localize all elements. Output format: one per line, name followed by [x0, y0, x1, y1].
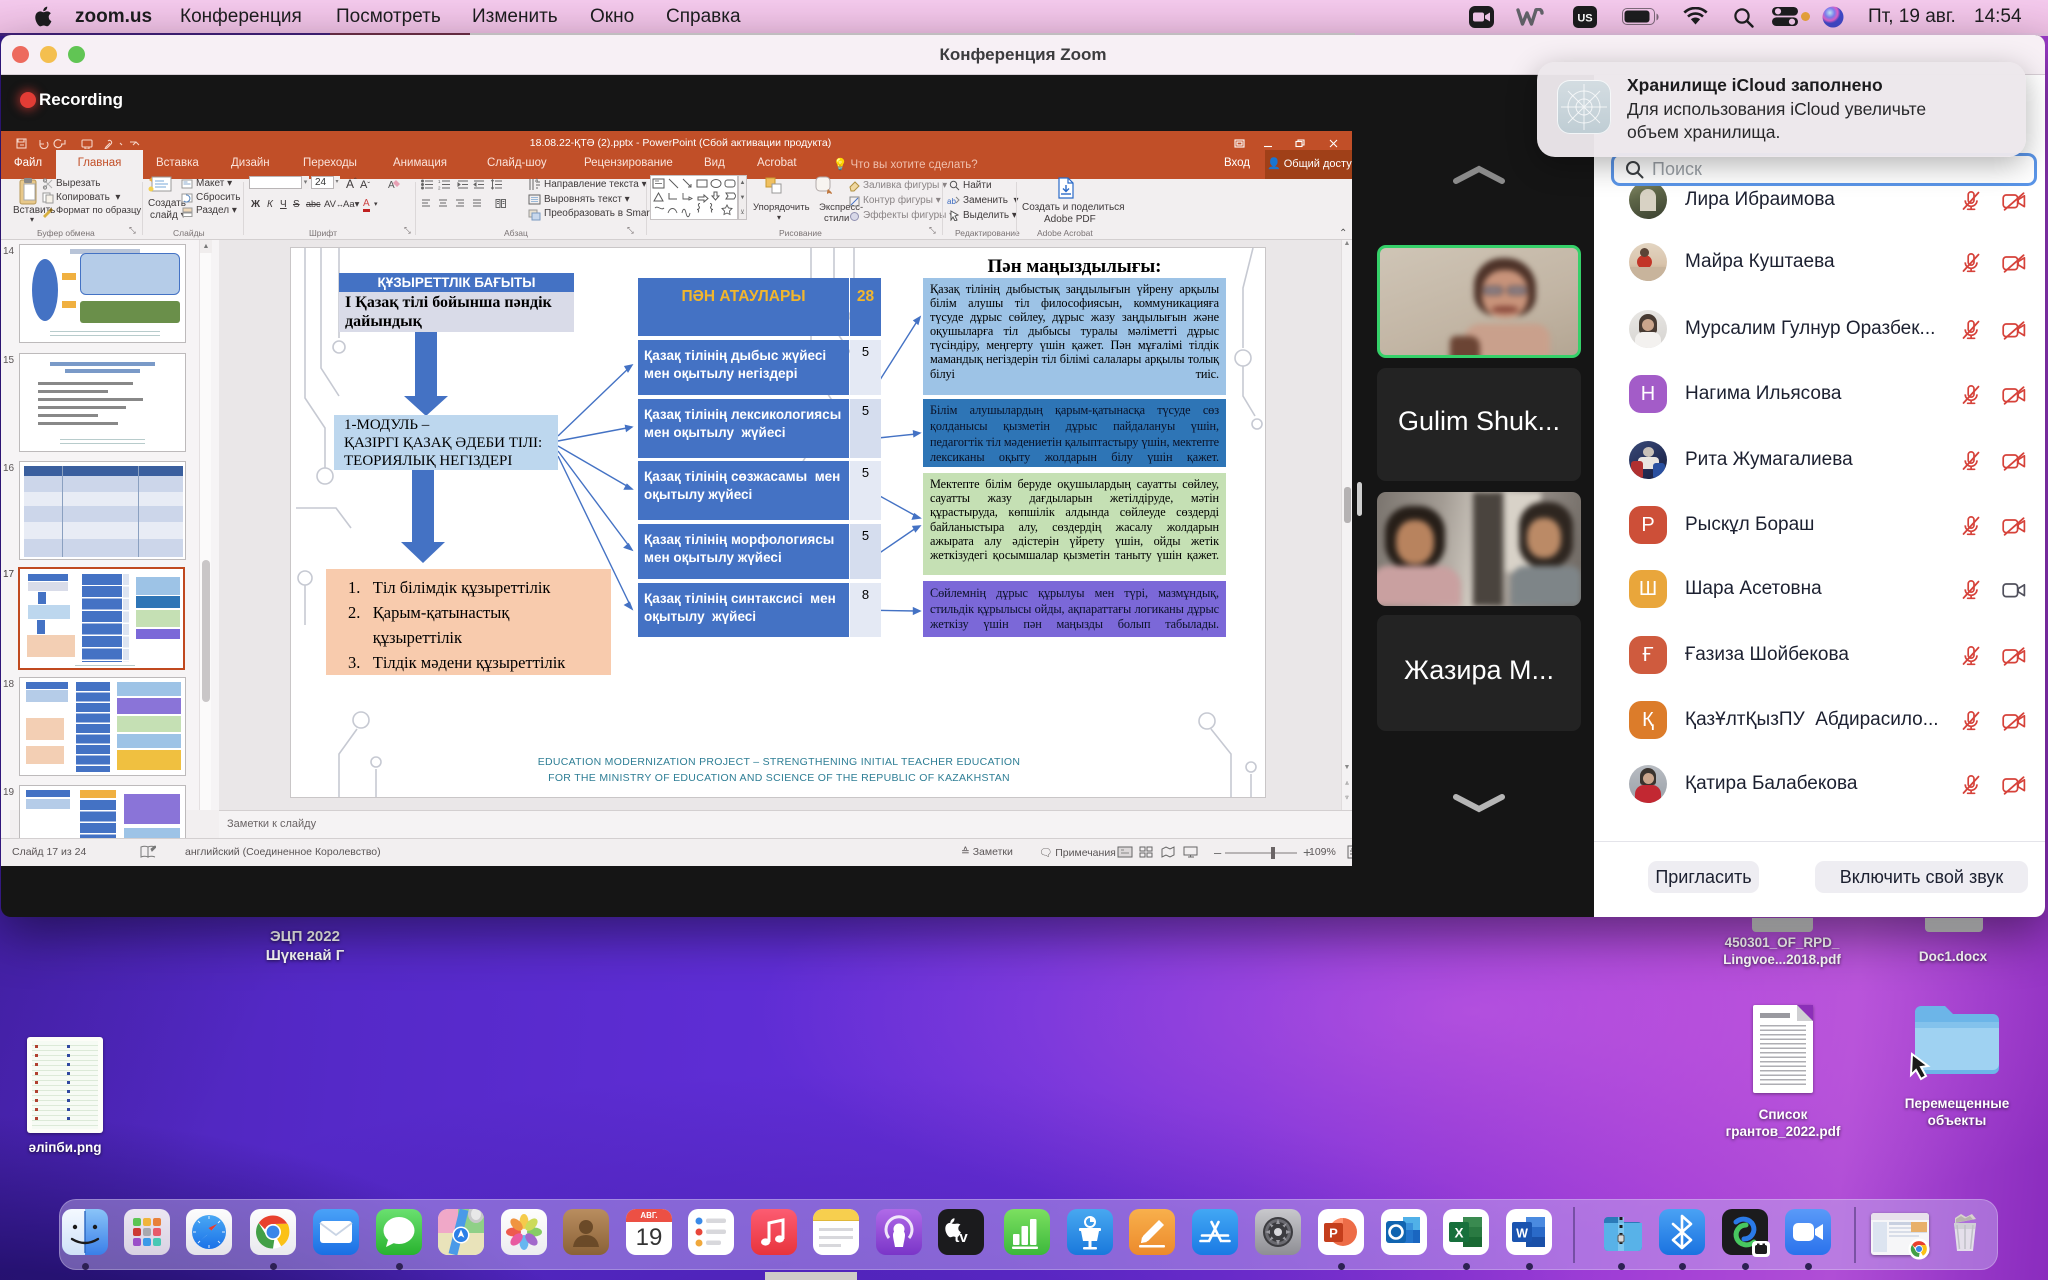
- svg-text:A: A: [535, 178, 539, 184]
- svg-text:P: P: [1329, 1226, 1338, 1241]
- svg-text:ab: ab: [947, 197, 956, 206]
- svg-text:A: A: [388, 180, 395, 190]
- svg-text:1: 1: [438, 179, 441, 184]
- svg-text:US: US: [1577, 13, 1592, 25]
- svg-text:2: 2: [438, 186, 441, 191]
- svg-text:X: X: [1454, 1226, 1463, 1241]
- svg-text:tv: tv: [954, 1229, 968, 1246]
- svg-text:W: W: [1516, 1227, 1528, 1241]
